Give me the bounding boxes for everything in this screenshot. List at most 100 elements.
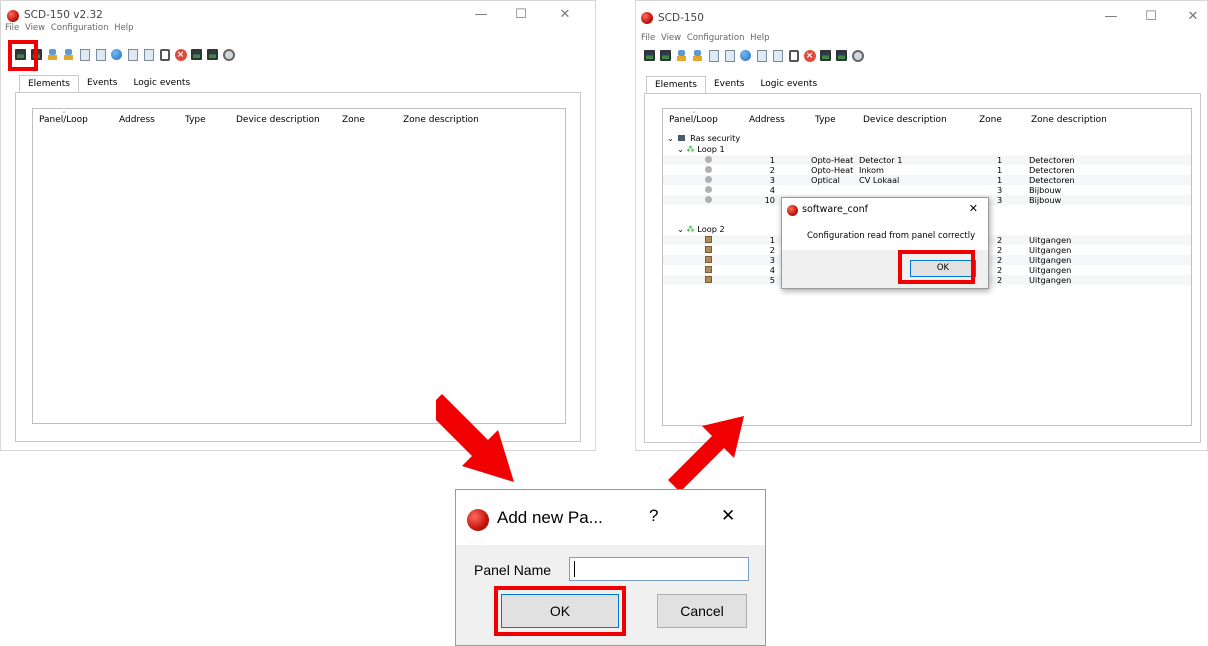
read-panel-button[interactable] [189, 47, 204, 62]
sheet-edit-icon [95, 48, 106, 61]
chevron-down-icon[interactable]: ⌄ [677, 144, 684, 154]
ok-button-highlight [898, 250, 975, 284]
maximize-button[interactable]: ☐ [513, 7, 529, 22]
title-bar[interactable]: SCD-150 — ☐ ✕ [636, 1, 1207, 31]
output-icon [705, 275, 712, 285]
window-title: SCD-150 [658, 12, 704, 24]
delete-button[interactable]: × [173, 47, 188, 62]
cell-zone-description: Bijbouw [1029, 195, 1062, 205]
device-add-button[interactable] [61, 47, 76, 62]
menu-file[interactable]: File [641, 33, 655, 43]
tab-elements[interactable]: Elements [646, 76, 706, 94]
tree-loop1-node[interactable]: ⌄ ⁂ Loop 1 [677, 144, 1177, 154]
table-row[interactable]: 4 3 Bijbouw [663, 185, 1191, 195]
loop-add-button[interactable] [45, 47, 60, 62]
menu-help[interactable]: Help [750, 33, 769, 43]
export-button[interactable] [141, 47, 156, 62]
close-icon[interactable]: ✕ [969, 202, 978, 215]
export-button[interactable] [770, 48, 785, 63]
tab-elements[interactable]: Elements [19, 75, 79, 93]
clipboard-button[interactable] [786, 48, 801, 63]
add-panel-button[interactable] [642, 48, 657, 63]
tab-logic-events[interactable]: Logic events [752, 76, 825, 94]
cell-zone: 1 [997, 165, 1003, 175]
table-row[interactable]: 2 Opto-Heat Inkom 1 Detectoren [663, 165, 1191, 175]
panel-tool-button[interactable] [658, 48, 673, 63]
column-address[interactable]: Address [749, 115, 785, 125]
search-button[interactable] [850, 48, 865, 63]
tab-events[interactable]: Events [706, 76, 752, 94]
close-icon[interactable]: ✕ [721, 506, 735, 526]
export-icon [772, 49, 783, 62]
close-button[interactable]: ✕ [1185, 9, 1201, 24]
table-row[interactable]: 1 Opto-Heat Detector 1 1 Detectoren [663, 155, 1191, 165]
panel-name: Ras security [690, 133, 741, 143]
column-zone[interactable]: Zone [979, 115, 1002, 125]
cell-address: 2 [769, 245, 775, 255]
maximize-button[interactable]: ☐ [1143, 9, 1159, 24]
menu-view[interactable]: View [661, 33, 681, 43]
connect-button[interactable] [738, 48, 753, 63]
column-device-description[interactable]: Device description [236, 115, 320, 125]
table-row[interactable]: 3 Optical CV Lokaal 1 Detectoren [663, 175, 1191, 185]
device-add-button[interactable] [690, 48, 705, 63]
minimize-button[interactable]: — [1103, 9, 1119, 24]
menu-file[interactable]: File [5, 23, 19, 33]
menu-help[interactable]: Help [114, 23, 133, 33]
save-button[interactable] [754, 48, 769, 63]
cell-address: 3 [769, 255, 775, 265]
menu-configuration[interactable]: Configuration [687, 33, 745, 43]
column-type[interactable]: Type [185, 115, 206, 125]
tab-logic-events[interactable]: Logic events [125, 75, 198, 93]
cell-zone-description: Detectoren [1029, 175, 1075, 185]
column-address[interactable]: Address [119, 115, 155, 125]
write-panel-icon [207, 49, 218, 60]
chevron-down-icon[interactable]: ⌄ [677, 224, 684, 234]
globe-icon [740, 50, 751, 61]
column-zone[interactable]: Zone [342, 115, 365, 125]
cancel-button[interactable]: Cancel [657, 594, 747, 628]
connect-button[interactable] [109, 47, 124, 62]
save-button[interactable] [125, 47, 140, 62]
read-panel-button[interactable] [818, 48, 833, 63]
clipboard-button[interactable] [157, 47, 172, 62]
toolbar: × [13, 46, 236, 63]
column-device-description[interactable]: Device description [863, 115, 947, 125]
column-zone-description[interactable]: Zone description [1031, 115, 1107, 125]
output-icon [705, 265, 712, 275]
search-button[interactable] [221, 47, 236, 62]
detector-icon [705, 165, 712, 175]
column-zone-description[interactable]: Zone description [403, 115, 479, 125]
loop-add-button[interactable] [674, 48, 689, 63]
arrow-down-right-icon [436, 394, 514, 482]
column-type[interactable]: Type [815, 115, 836, 125]
menu-configuration[interactable]: Configuration [51, 23, 109, 33]
loop-label: Loop 1 [697, 144, 725, 154]
tree-panel-node[interactable]: ⌄ Ras security [667, 133, 1187, 143]
detector-icon [705, 155, 712, 165]
delete-button[interactable]: × [802, 48, 817, 63]
tab-strip: Elements Events Logic events [19, 75, 198, 93]
elements-tree[interactable]: ⌄ Panel/Loop Address Type Device descrip… [32, 107, 566, 424]
column-panel-loop[interactable]: Panel/Loop [669, 115, 718, 125]
sheet-icon [708, 49, 719, 62]
tab-events[interactable]: Events [79, 75, 125, 93]
sheet-edit-button[interactable] [93, 47, 108, 62]
column-panel-loop[interactable]: Panel/Loop [39, 115, 88, 125]
toolbar: × [642, 47, 865, 64]
write-panel-button[interactable] [834, 48, 849, 63]
output-icon [705, 236, 712, 243]
chevron-down-icon[interactable]: ⌄ [667, 133, 674, 143]
dialog-message: Configuration read from panel correctly [807, 231, 976, 241]
panel-name-label: Panel Name [474, 562, 552, 578]
panel-name-input[interactable] [569, 557, 749, 581]
help-icon[interactable]: ? [649, 506, 658, 526]
menu-view[interactable]: View [25, 23, 45, 33]
close-button[interactable]: ✕ [557, 7, 573, 22]
write-panel-button[interactable] [205, 47, 220, 62]
minimize-button[interactable]: — [473, 7, 489, 22]
sheet-button[interactable] [77, 47, 92, 62]
sheet-button[interactable] [706, 48, 721, 63]
cell-type: Opto-Heat [811, 165, 854, 175]
sheet-edit-button[interactable] [722, 48, 737, 63]
